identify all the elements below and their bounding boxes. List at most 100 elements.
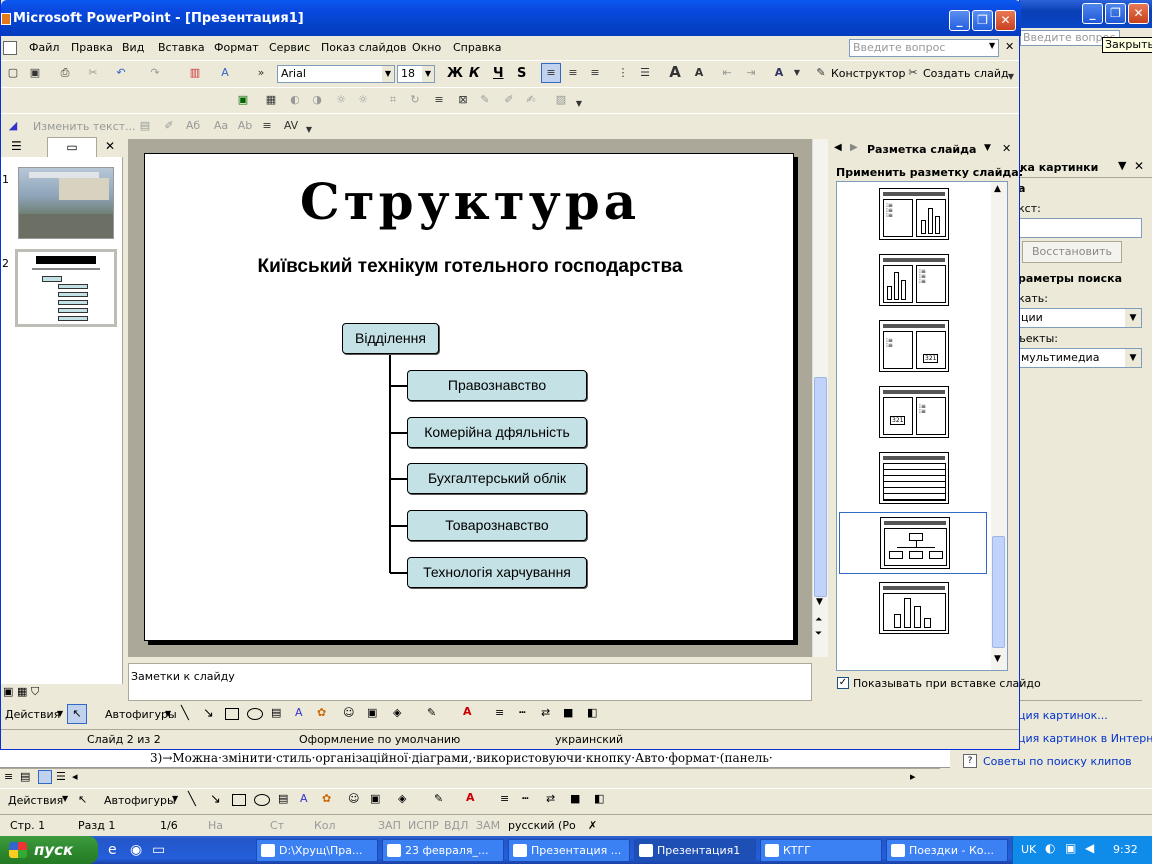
org-root-box[interactable]: Відділення — [342, 323, 439, 354]
align-center-icon[interactable]: ≡ — [565, 65, 581, 81]
close-icon[interactable]: ✕ — [1134, 159, 1144, 173]
menu-slideshow[interactable]: Показ слайдов — [321, 41, 407, 54]
layout-title-org-chart[interactable] — [839, 512, 987, 574]
slide-thumbnail-1[interactable] — [18, 167, 114, 239]
status-rec[interactable]: ЗАП — [378, 819, 401, 832]
status-ovr[interactable]: ЗАМ — [476, 819, 500, 832]
chevron-down-icon[interactable]: ▼ — [984, 143, 991, 153]
font-color-icon[interactable]: A — [466, 791, 475, 804]
web-view-icon[interactable]: ▤ — [20, 770, 30, 783]
rectangle-icon[interactable] — [225, 708, 239, 720]
wordart-shape-icon[interactable]: Aб — [185, 118, 201, 134]
compress-icon[interactable]: ⊠ — [455, 92, 471, 108]
line-style-icon[interactable]: ≡ — [495, 706, 504, 719]
taskbar-folder[interactable]: D:\Хрущ\Пра... — [256, 839, 378, 862]
word-autoshapes-menu[interactable]: Автофигуры — [104, 794, 176, 807]
font-color-icon[interactable]: A — [771, 65, 787, 81]
sorter-view-icon[interactable]: ▦ — [17, 685, 27, 698]
textbox-icon[interactable]: ▤ — [278, 792, 288, 805]
less-contrast-icon[interactable]: ◑ — [309, 92, 325, 108]
toolbar-options-icon[interactable]: ▼ — [301, 122, 317, 138]
doc-menu-icon[interactable] — [3, 41, 17, 55]
oval-icon[interactable] — [254, 794, 270, 806]
clip-tips-link[interactable]: Советы по поиску клипов — [983, 755, 1132, 768]
layout-title-table[interactable] — [879, 452, 949, 504]
types-select[interactable]: мультимедиа ▼ — [1018, 348, 1142, 368]
slideshow-view-icon[interactable]: ⛉ — [31, 685, 39, 699]
format-wordart-icon[interactable]: ✐ — [161, 118, 177, 134]
start-button[interactable]: пуск — [0, 836, 98, 864]
word-actions-menu[interactable]: Действия — [8, 794, 63, 807]
cut-icon[interactable]: ✂ — [85, 65, 101, 81]
close-icon[interactable]: ✕ — [105, 139, 115, 153]
org-child-box[interactable]: Бухгалтерський облік — [407, 463, 587, 494]
wordart-icon[interactable]: ◢ — [5, 118, 21, 134]
wordart-align-icon[interactable]: ≡ — [259, 118, 275, 134]
bg-close-button[interactable]: ✕ — [1128, 3, 1149, 24]
organize-clips-link[interactable]: ция картинок... — [1018, 709, 1108, 722]
menu-view[interactable]: Вид — [122, 41, 144, 54]
redo-icon[interactable]: ↷ — [147, 65, 163, 81]
insert-picture-icon[interactable]: ▣ — [235, 92, 251, 108]
slide-canvas[interactable]: Структура Київський технікум готельного … — [144, 153, 794, 641]
chevron-down-icon[interactable]: ▼ — [1125, 349, 1141, 367]
spelling-icon[interactable]: ✗ — [588, 819, 597, 832]
format-picture-icon[interactable]: ✐ — [501, 92, 517, 108]
fill-color-icon[interactable]: ◈ — [393, 706, 401, 719]
clip-search-input[interactable] — [1018, 218, 1142, 238]
maximize-button[interactable]: ❐ — [972, 10, 993, 31]
arrow-style-icon[interactable]: ⇄ — [541, 706, 550, 719]
textbox-icon[interactable]: ▤ — [271, 706, 281, 719]
menu-insert[interactable]: Вставка — [158, 41, 205, 54]
chart-icon[interactable]: ▥ — [187, 65, 203, 81]
increase-indent-icon[interactable]: ⇥ — [743, 65, 759, 81]
color-icon[interactable]: ▦ — [263, 92, 279, 108]
wordart-icon[interactable]: A — [295, 706, 303, 719]
designer-icon[interactable]: ✎ — [813, 65, 829, 81]
align-right-icon[interactable]: ≡ — [587, 65, 603, 81]
recolor-icon[interactable]: ✎ — [477, 92, 493, 108]
increase-font-icon[interactable]: A — [667, 64, 683, 80]
picture-icon[interactable]: ▣ — [370, 792, 380, 805]
restore-button[interactable]: Восстановить — [1022, 241, 1122, 263]
layout-title-text-chart[interactable]: ⁝≡ ⁝≡ ⁝≡ — [879, 188, 949, 240]
oval-icon[interactable] — [247, 708, 263, 720]
question-box[interactable]: Введите вопрос — [849, 39, 999, 57]
set-transparent-icon[interactable]: ✍ — [523, 92, 539, 108]
next-slide-icon[interactable]: ⏷ — [815, 629, 822, 639]
numbering-icon[interactable]: ⋮ — [615, 65, 631, 81]
save-icon[interactable]: ▣ — [27, 65, 43, 81]
wordart-icon[interactable]: A — [217, 65, 233, 81]
org-child-box[interactable]: Товарознавство — [407, 510, 587, 541]
font-color-icon[interactable]: A — [463, 705, 472, 718]
clipart-icon[interactable]: ☺ — [343, 706, 354, 719]
taskbar-trips[interactable]: Поездки - Ко... — [886, 839, 1008, 862]
chevron-down-icon[interactable]: ▼ — [422, 66, 434, 82]
pointer-icon[interactable]: ↖ — [67, 704, 87, 724]
decrease-indent-icon[interactable]: ⇤ — [719, 65, 735, 81]
diagram-icon[interactable]: ✿ — [317, 706, 326, 719]
line-style-icon[interactable]: ≡ — [500, 792, 509, 805]
org-child-box[interactable]: Технологія харчування — [407, 557, 587, 588]
show-on-insert-checkbox[interactable]: ✓ — [837, 677, 849, 689]
pointer-icon[interactable]: ↖ — [78, 793, 87, 806]
bg-minimize-button[interactable]: _ — [1082, 3, 1103, 24]
menu-window[interactable]: Окно — [412, 41, 441, 54]
line-color-icon[interactable]: ✎ — [427, 706, 436, 719]
chevron-down-icon[interactable]: ▼ — [382, 66, 394, 82]
chevron-down-icon[interactable]: ▼ — [57, 709, 63, 718]
underline-icon[interactable]: Ч — [493, 66, 504, 81]
picture-icon[interactable]: ▣ — [367, 706, 377, 719]
3d-icon[interactable]: ◧ — [594, 792, 604, 805]
char-spacing-icon[interactable]: AV — [283, 118, 299, 134]
shadow-icon[interactable]: ■ — [570, 792, 580, 805]
less-brightness-icon[interactable]: ☼ — [355, 92, 371, 108]
ie-icon[interactable]: e — [108, 842, 117, 858]
same-height-icon[interactable]: Aa — [213, 118, 229, 134]
clips-online-link[interactable]: ция картинок в Интернет — [1018, 732, 1152, 745]
shadow-text-icon[interactable]: S — [517, 66, 526, 81]
menu-help[interactable]: Справка — [453, 41, 501, 54]
more-brightness-icon[interactable]: ☼ — [333, 92, 349, 108]
reset-picture-icon[interactable]: ▨ — [553, 92, 569, 108]
chevron-down-icon[interactable]: ▼ — [989, 41, 995, 50]
